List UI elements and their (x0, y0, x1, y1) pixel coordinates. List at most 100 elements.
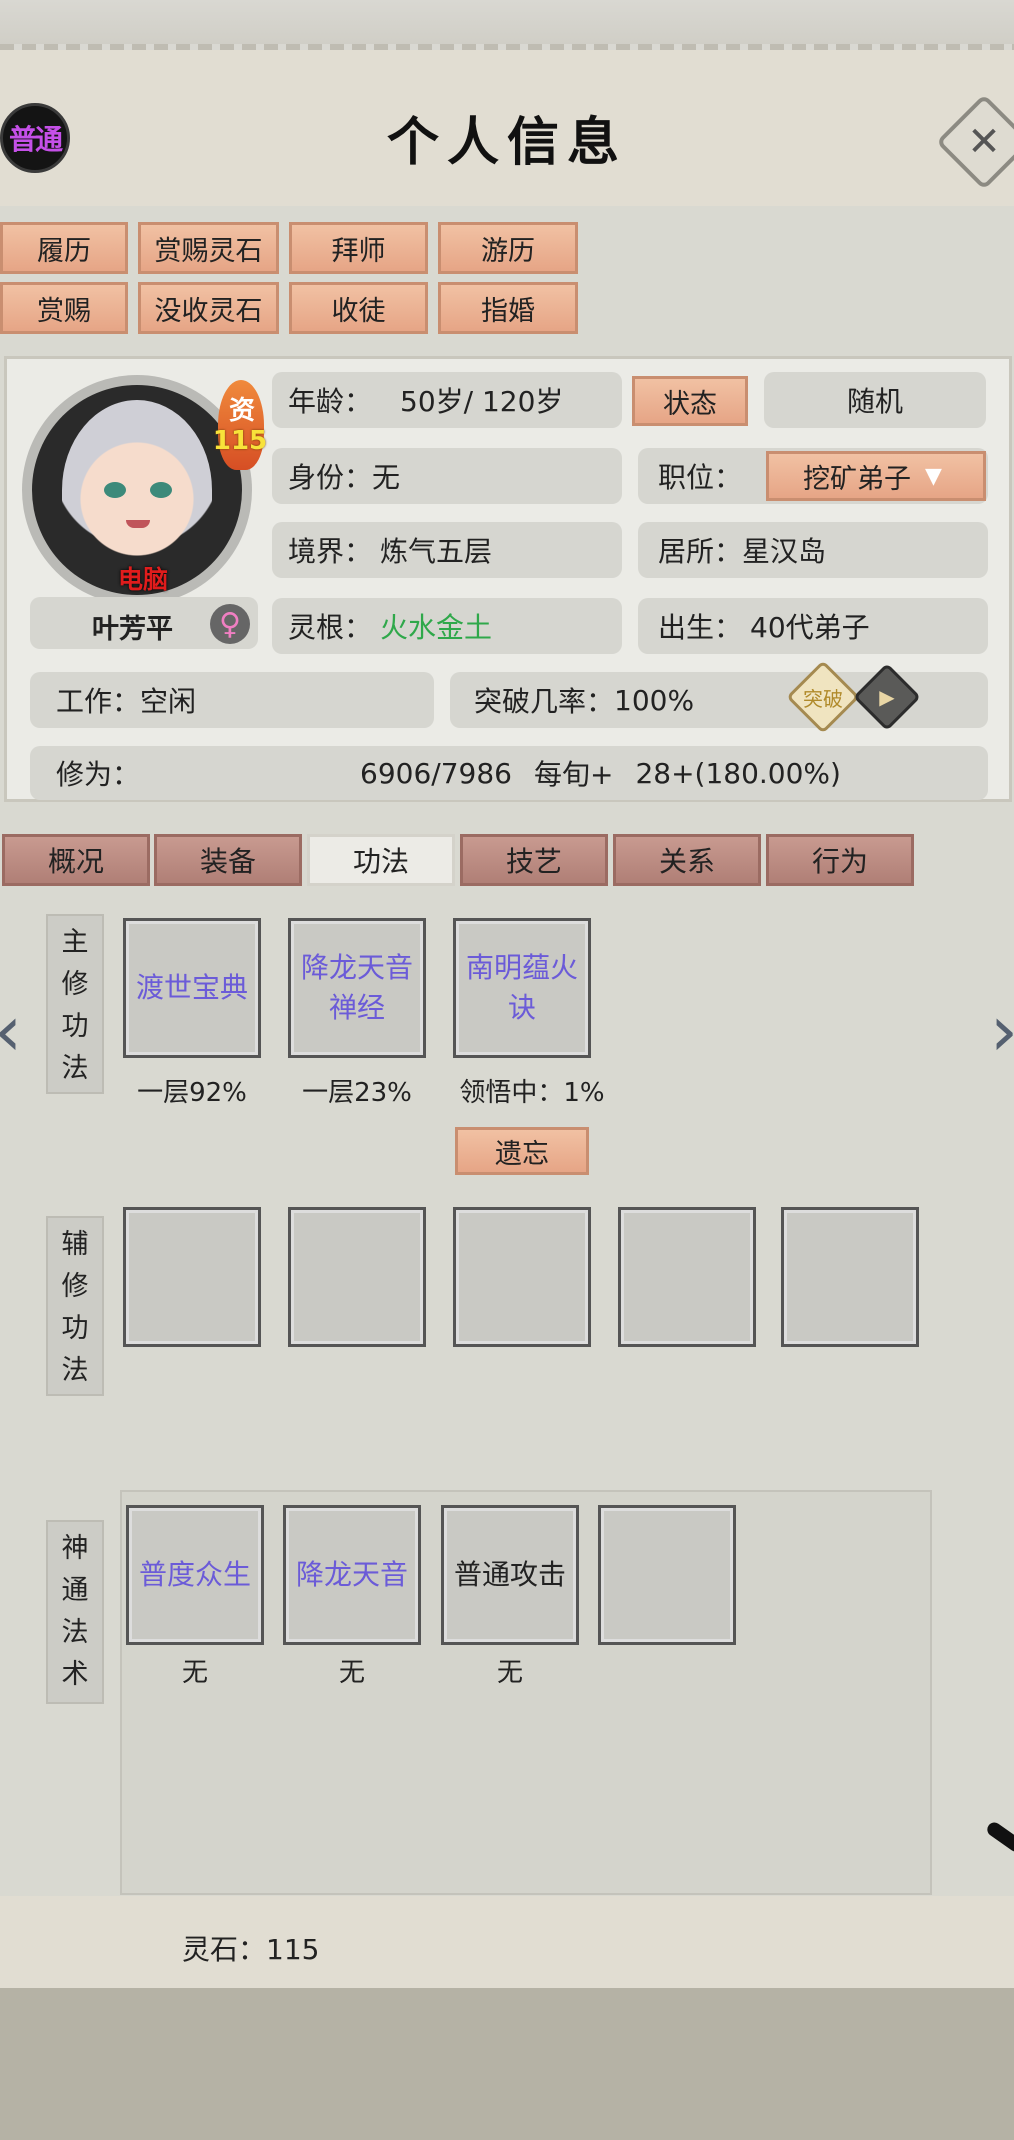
position-dropdown[interactable]: 挖矿弟子 ▼ (766, 451, 986, 501)
spirit-root-label: 灵根： (288, 611, 373, 644)
age-label: 年龄： (288, 385, 373, 418)
ability-slot[interactable]: 降龙天音 (283, 1505, 421, 1645)
tab-skills[interactable]: 技艺 (460, 834, 608, 886)
position-label: 职位： (658, 461, 743, 494)
aux-technique-slot-empty[interactable] (618, 1207, 756, 1347)
top-decoration (0, 0, 1014, 50)
residence-value: 星汉岛 (742, 535, 827, 568)
ability-slot-empty[interactable] (598, 1505, 736, 1645)
main-technique-slot[interactable]: 降龙天音禅经 (288, 918, 426, 1058)
age-field: 年龄： 50岁/ 120岁 (272, 372, 622, 428)
technique-progress: 一层92% (137, 1078, 247, 1108)
aux-technique-slot-empty[interactable] (123, 1207, 261, 1347)
ability-level: 无 (496, 1658, 523, 1688)
take-disciple-button[interactable]: 收徒 (289, 282, 428, 334)
avatar-eye (150, 482, 172, 498)
controller-tag: 电脑 (117, 565, 168, 594)
main-technique-slot[interactable]: 渡世宝典 (123, 918, 261, 1058)
stones-value: 115 (266, 1933, 320, 1966)
residence-field: 居所： 星汉岛 (638, 522, 988, 578)
ability-level: 无 (181, 1658, 208, 1688)
realm-label: 境界： (288, 535, 373, 568)
footer-bar (0, 1896, 1014, 1988)
character-name: 叶芳平 (92, 614, 173, 645)
birth-label: 出生： (658, 611, 743, 644)
confiscate-stones-button[interactable]: 没收灵石 (138, 282, 279, 334)
spirit-stones-display: 灵石：115 (182, 1928, 319, 1968)
play-icon: ▶ (879, 685, 895, 709)
cultivation-label: 修为： (56, 758, 141, 791)
work-field: 工作： 空闲 (30, 672, 434, 728)
aptitude-label: 资 (228, 396, 255, 426)
avatar-eye (104, 482, 126, 498)
reward-stones-button[interactable]: 赏赐灵石 (138, 222, 279, 274)
travel-button[interactable]: 游历 (438, 222, 578, 274)
history-button[interactable]: 履历 (0, 222, 128, 274)
residence-label: 居所： (658, 535, 743, 568)
main-technique-label: 主 修 功 法 (46, 914, 104, 1094)
aux-technique-slot-empty[interactable] (781, 1207, 919, 1347)
breakthrough-label: 突破几率： (474, 685, 615, 718)
label-char: 法 (61, 1355, 89, 1386)
tab-relations[interactable]: 关系 (613, 834, 761, 886)
tab-equipment[interactable]: 装备 (154, 834, 302, 886)
label-char: 辅 (61, 1229, 89, 1260)
status-value: 随机 (764, 372, 986, 428)
realm-value: 炼气五层 (380, 535, 493, 568)
technique-progress: 领悟中：1% (459, 1078, 605, 1108)
birth-value: 40代弟子 (750, 611, 870, 644)
per-turn-value: 28+(180.00%) (635, 756, 841, 790)
tab-behavior[interactable]: 行为 (766, 834, 914, 886)
tab-techniques[interactable]: 功法 (307, 834, 455, 886)
identity-value: 无 (372, 461, 401, 494)
label-char: 术 (61, 1659, 89, 1690)
stones-label: 灵石： (182, 1933, 267, 1966)
arrange-marriage-button[interactable]: 指婚 (438, 282, 578, 334)
label-char: 修 (61, 1271, 89, 1302)
work-value: 空闲 (140, 685, 197, 718)
prev-arrow-icon[interactable]: ‹ (0, 990, 22, 1072)
label-char: 法 (61, 1053, 89, 1084)
forget-button[interactable]: 遗忘 (455, 1127, 589, 1175)
technique-progress: 一层23% (302, 1078, 412, 1108)
identity-field: 身份： 无 (272, 448, 622, 504)
status-button[interactable]: 状态 (632, 376, 748, 426)
label-char: 法 (61, 1617, 89, 1648)
per-turn-label: 每旬+ (533, 758, 614, 791)
label-char: 功 (61, 1011, 89, 1042)
aux-technique-slot-empty[interactable] (453, 1207, 591, 1347)
bottom-background (0, 1988, 1014, 2140)
ability-label: 神 通 法 术 (46, 1520, 104, 1704)
spirit-root-value: 火水金土 (380, 611, 493, 644)
realm-field: 境界： 炼气五层 (272, 522, 622, 578)
ability-level: 无 (338, 1658, 365, 1688)
female-icon: ♀ (210, 604, 250, 644)
next-arrow-icon[interactable]: › (990, 990, 1014, 1072)
label-char: 神 (61, 1533, 89, 1564)
work-label: 工作： (56, 685, 141, 718)
position-value: 挖矿弟子 (803, 463, 911, 495)
chevron-down-icon: ▼ (925, 463, 942, 489)
ability-slot[interactable]: 普通攻击 (441, 1505, 579, 1645)
tab-overview[interactable]: 概况 (2, 834, 150, 886)
cultivation-value: 6906/7986 (360, 756, 512, 790)
birth-field: 出生： 40代弟子 (638, 598, 988, 654)
identity-label: 身份： (288, 461, 373, 494)
spirit-root-field: 灵根： 火水金土 (272, 598, 622, 654)
close-icon: ✕ (967, 119, 1001, 165)
label-char: 主 (61, 927, 89, 958)
page-title: 个人信息 (386, 112, 627, 173)
age-value: 50岁/ 120岁 (400, 385, 564, 418)
breakthrough-icon: 突破 (803, 686, 843, 711)
aux-technique-slot-empty[interactable] (288, 1207, 426, 1347)
main-technique-slot[interactable]: 南明蕴火诀 (453, 918, 591, 1058)
label-char: 修 (61, 969, 89, 1000)
apprentice-button[interactable]: 拜师 (289, 222, 428, 274)
label-char: 功 (61, 1313, 89, 1344)
reward-button[interactable]: 赏赐 (0, 282, 128, 334)
label-char: 通 (61, 1575, 89, 1606)
breakthrough-value: 100% (614, 683, 695, 717)
ability-slot[interactable]: 普度众生 (126, 1505, 264, 1645)
avatar[interactable] (62, 400, 212, 580)
aptitude-value: 115 (212, 426, 268, 456)
